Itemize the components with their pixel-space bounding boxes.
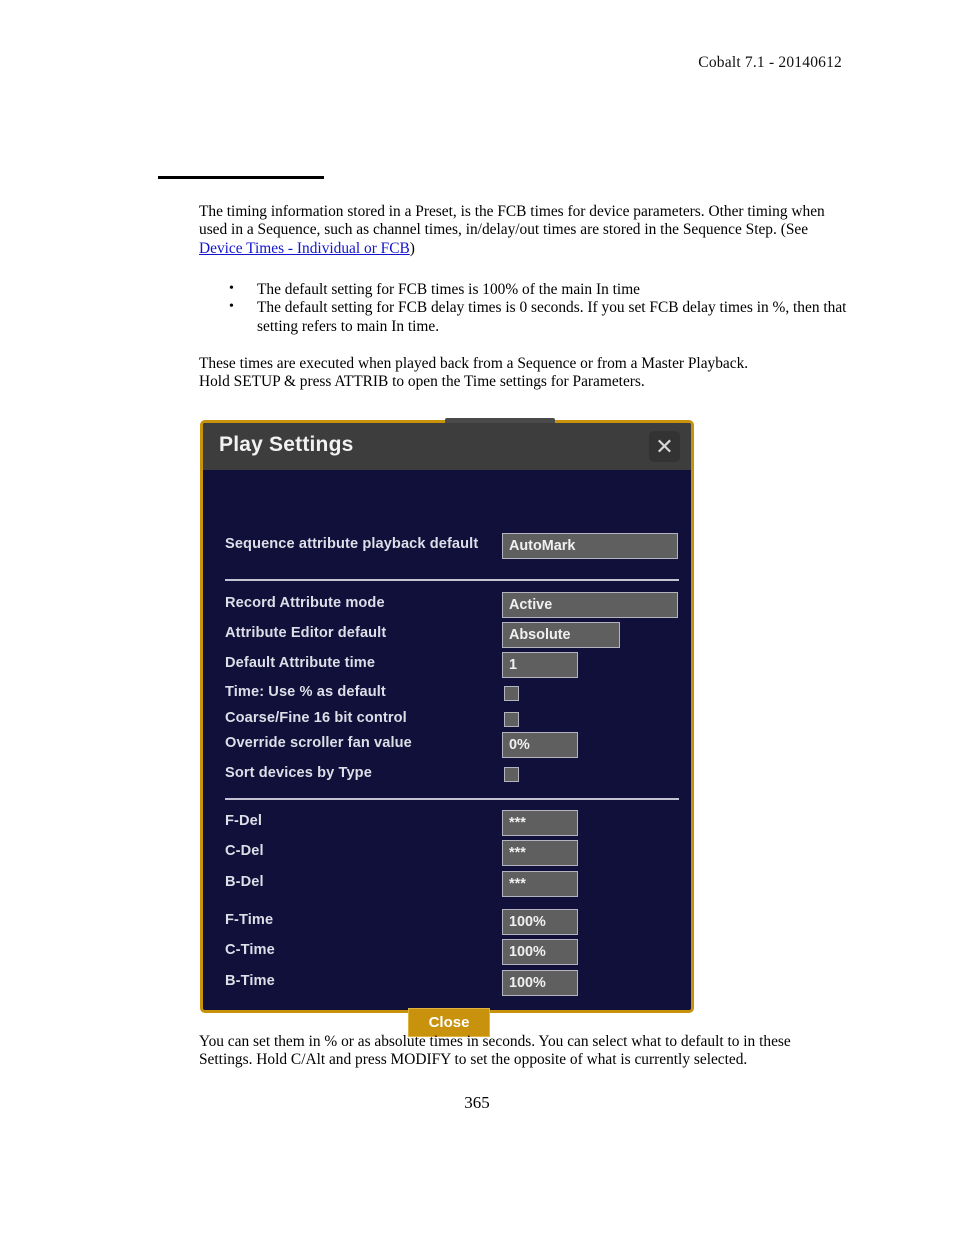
row-label: Attribute Editor default — [225, 625, 387, 641]
mid-paragraph: These times are executed when played bac… — [199, 355, 839, 392]
row-default-attribute-time: Default Attribute time 1 — [225, 652, 677, 678]
row-label: Override scroller fan value — [225, 735, 412, 751]
row-label: B-Del — [225, 874, 264, 890]
checkbox-time-use-percent-as-default[interactable] — [504, 686, 519, 701]
row-label: Record Attribute mode — [225, 595, 385, 611]
row-attribute-editor-default: Attribute Editor default Absolute — [225, 622, 677, 648]
row-label: C-Time — [225, 942, 275, 958]
intro-paragraph: The timing information stored in a Prese… — [199, 203, 839, 258]
dialog-titlebar: Play Settings ✕ — [203, 423, 691, 470]
row-coarse-fine-16-bit-control: Coarse/Fine 16 bit control — [225, 707, 677, 733]
dialog-title: Play Settings — [219, 433, 354, 456]
field-record-attribute-mode[interactable]: Active — [502, 592, 678, 618]
field-default-attribute-time[interactable]: 1 — [502, 652, 578, 678]
row-f-del: F-Del *** — [225, 810, 677, 836]
document-header: Cobalt 7.1 - 20140612 — [698, 54, 842, 71]
field-c-del[interactable]: *** — [502, 840, 578, 866]
close-icon[interactable]: ✕ — [649, 431, 680, 462]
row-f-time: F-Time 100% — [225, 909, 677, 935]
end-paragraph: You can set them in % or as absolute tim… — [199, 1033, 839, 1070]
row-b-time: B-Time 100% — [225, 970, 677, 996]
mid-paragraph-line2: Hold SETUP & press ATTRIB to open the Ti… — [199, 373, 645, 391]
row-label: Time: Use % as default — [225, 684, 386, 700]
divider-bottom — [225, 798, 679, 800]
field-sequence-attribute-playback-default[interactable]: AutoMark — [502, 533, 678, 559]
row-override-scroller-fan-value: Override scroller fan value 0% — [225, 732, 677, 758]
field-attribute-editor-default[interactable]: Absolute — [502, 622, 620, 648]
field-c-time[interactable]: 100% — [502, 939, 578, 965]
end-paragraph-line2: Settings. Hold C/Alt and press MODIFY to… — [199, 1051, 748, 1069]
row-time-use-percent-as-default: Time: Use % as default — [225, 681, 677, 707]
row-label: Default Attribute time — [225, 655, 376, 671]
row-label: Coarse/Fine 16 bit control — [225, 710, 407, 726]
checkbox-coarse-fine-16-bit-control[interactable] — [504, 712, 519, 727]
dialog-body: Sequence attribute playback default Auto… — [203, 470, 691, 1037]
row-c-del: C-Del *** — [225, 840, 677, 866]
intro-text-part1: The timing information stored in a Prese… — [199, 203, 825, 239]
field-f-del[interactable]: *** — [502, 810, 578, 836]
field-override-scroller-fan-value[interactable]: 0% — [502, 732, 578, 758]
row-record-attribute-mode: Record Attribute mode Active — [225, 592, 678, 618]
row-label: C-Del — [225, 843, 264, 859]
field-b-time[interactable]: 100% — [502, 970, 578, 996]
play-settings-dialog: Play Settings ✕ Sequence attribute playb… — [200, 418, 694, 1037]
intro-text-part2: ) — [409, 239, 415, 257]
divider-top — [225, 579, 679, 581]
list-item: The default setting for FCB delay times … — [199, 298, 849, 336]
row-label: F-Time — [225, 912, 274, 928]
row-b-del: B-Del *** — [225, 871, 677, 897]
end-paragraph-line1: You can set them in % or as absolute tim… — [199, 1033, 791, 1050]
row-c-time: C-Time 100% — [225, 939, 677, 965]
heading-rule — [158, 176, 324, 179]
mid-paragraph-line1: These times are executed when played bac… — [199, 355, 749, 372]
checkbox-sort-devices-by-type[interactable] — [504, 767, 519, 782]
field-b-del[interactable]: *** — [502, 871, 578, 897]
row-label: B-Time — [225, 973, 275, 989]
row-sequence-attribute-playback-default: Sequence attribute playback default Auto… — [225, 533, 678, 559]
page-number: 365 — [464, 1093, 490, 1112]
row-sort-devices-by-type: Sort devices by Type — [225, 762, 677, 788]
row-label: F-Del — [225, 813, 262, 829]
field-f-time[interactable]: 100% — [502, 909, 578, 935]
bullet-list: The default setting for FCB times is 100… — [199, 280, 849, 336]
row-label: Sort devices by Type — [225, 765, 372, 781]
row-label: Sequence attribute playback default — [225, 536, 479, 552]
device-times-link[interactable]: Device Times - Individual or FCB — [199, 240, 410, 257]
list-item: The default setting for FCB times is 100… — [199, 280, 849, 299]
